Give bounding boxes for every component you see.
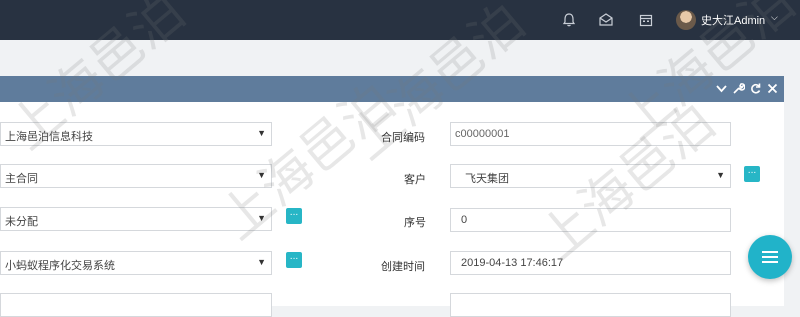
select-arrow-icon: ▼: [257, 257, 266, 267]
bell-icon[interactable]: [561, 12, 577, 28]
system-more-button[interactable]: ...: [286, 252, 302, 268]
panel-header: [0, 76, 784, 102]
assign-select-value: 未分配: [5, 216, 38, 228]
chevron-down-icon[interactable]: [715, 82, 728, 95]
system-select-value: 小蚂蚁程序化交易系统: [5, 260, 115, 272]
assign-select[interactable]: 未分配 ▼: [0, 207, 272, 231]
serial-label: 序号: [404, 217, 426, 229]
top-navbar: 史大江Admin ⌵: [0, 0, 800, 40]
company-select-value: 上海邑泊信息科技: [5, 131, 93, 143]
customer-more-button[interactable]: ...: [744, 166, 760, 182]
created-time-label: 创建时间: [381, 261, 425, 273]
serial-input[interactable]: 0: [450, 208, 731, 232]
system-select[interactable]: 小蚂蚁程序化交易系统 ▼: [0, 251, 272, 275]
company-select[interactable]: 上海邑泊信息科技 ▼: [0, 122, 272, 146]
customer-label: 客户: [404, 174, 426, 186]
created-time-input[interactable]: 2019-04-13 17:46:17: [450, 251, 731, 275]
close-icon[interactable]: [766, 82, 779, 95]
floating-menu-button[interactable]: [748, 235, 792, 279]
username[interactable]: 史大江Admin: [701, 12, 765, 28]
select-arrow-icon: ▼: [257, 128, 266, 138]
contract-type-select-value: 主合同: [5, 173, 38, 185]
select-arrow-icon: ▼: [257, 170, 266, 180]
user-menu-chevron-icon[interactable]: ⌵: [771, 13, 778, 23]
refresh-icon[interactable]: [749, 82, 762, 95]
calendar-icon[interactable]: [638, 12, 654, 28]
contract-code-label: 合同编码: [381, 132, 425, 144]
assign-more-button[interactable]: ...: [286, 208, 302, 224]
select-arrow-icon: ▼: [716, 170, 725, 180]
contract-type-select[interactable]: 主合同 ▼: [0, 164, 272, 188]
contract-code-input[interactable]: c00000001: [450, 122, 731, 146]
next-row-select[interactable]: [0, 293, 272, 317]
customer-select-value: 飞天集团: [465, 173, 509, 185]
customer-select[interactable]: 飞天集团 ▼: [450, 164, 731, 188]
next-row-input[interactable]: [450, 293, 731, 317]
avatar[interactable]: [676, 10, 696, 30]
wrench-icon[interactable]: [732, 82, 745, 95]
select-arrow-icon: ▼: [257, 213, 266, 223]
mail-icon[interactable]: [598, 12, 614, 28]
